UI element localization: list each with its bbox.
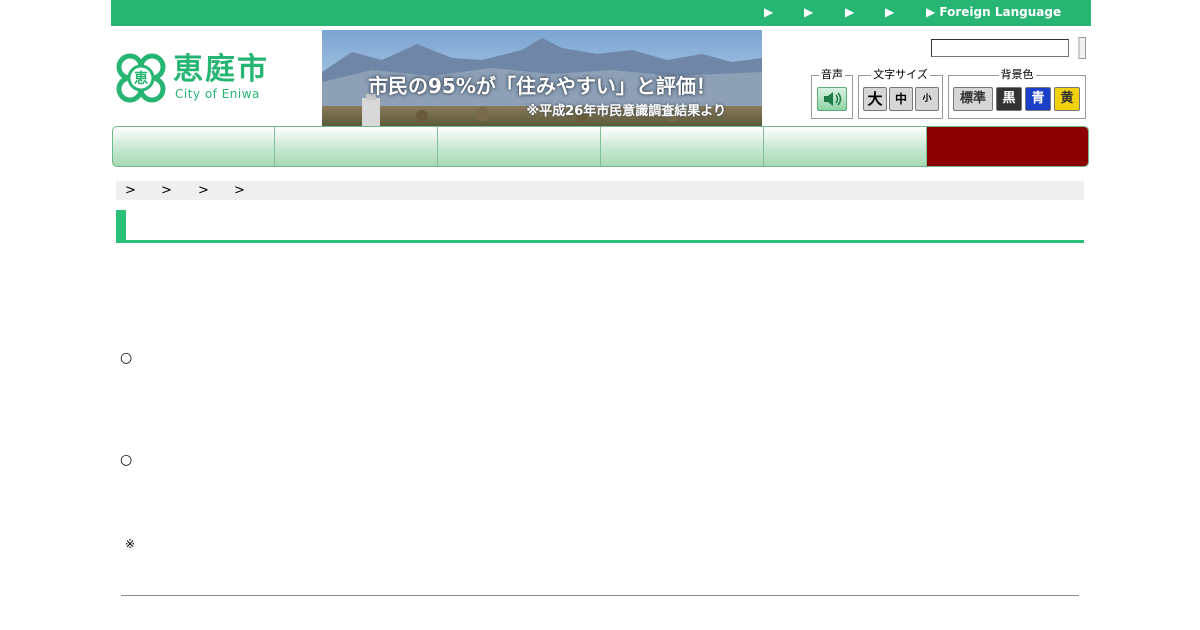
nav-item-2[interactable] [275, 127, 438, 166]
site-search-input[interactable] [931, 39, 1069, 57]
speaker-icon [824, 92, 842, 106]
nav-item-1[interactable] [113, 127, 275, 166]
content-divider [121, 595, 1079, 596]
bg-standard-button[interactable]: 標準 [953, 87, 993, 111]
logo-name-jp: 恵庭市 [173, 52, 269, 87]
breadcrumb-separator: > [198, 183, 209, 198]
nav-item-4[interactable] [601, 127, 764, 166]
voice-tool: 音声 [811, 68, 853, 119]
page-title-underline [116, 240, 1084, 243]
breadcrumb-separator: > [234, 183, 245, 198]
background-color-tool: 背景色 標準 黒 青 黄 [948, 68, 1086, 119]
bg-blue-button[interactable]: 青 [1025, 87, 1051, 111]
bg-yellow-button[interactable]: 黄 [1054, 87, 1080, 111]
voice-read-button[interactable] [817, 87, 847, 111]
top-bar: ▶ ▶ ▶ ▶ ▶ Foreign Language [111, 0, 1091, 26]
list-bullet: ○ [120, 350, 133, 366]
nav-item-3[interactable] [438, 127, 601, 166]
nav-item-5[interactable] [764, 127, 927, 166]
note-mark: ※ [125, 537, 136, 551]
top-link-3[interactable]: ▶ [845, 5, 854, 19]
font-size-large-button[interactable]: 大 [863, 87, 887, 111]
font-size-tool-label: 文字サイズ [871, 68, 930, 81]
search-button[interactable] [1078, 37, 1086, 59]
bg-black-button[interactable]: 黒 [996, 87, 1022, 111]
page-title-accent [116, 210, 126, 243]
city-logo[interactable]: 恵 恵庭市 City of Eniwa [115, 52, 280, 107]
list-bullet: ○ [120, 452, 133, 468]
top-link-1[interactable]: ▶ [764, 5, 773, 19]
voice-tool-label: 音声 [819, 68, 845, 81]
emblem-letter: 恵 [134, 70, 148, 87]
font-size-small-button[interactable]: 小 [915, 87, 939, 111]
banner-headline: 市民の95%が「住みやすい」と評価！ [368, 74, 716, 98]
foreign-language-link[interactable]: ▶ Foreign Language [926, 5, 1061, 19]
font-size-medium-button[interactable]: 中 [889, 87, 913, 111]
breadcrumb: > > > > [116, 181, 1084, 200]
global-nav [112, 126, 1089, 167]
font-size-tool: 文字サイズ 大 中 小 [858, 68, 943, 119]
hero-banner[interactable]: 市民の95%が「住みやすい」と評価！ ※平成26年市民意識調査結果より [322, 30, 762, 126]
logo-name-en: City of Eniwa [175, 87, 260, 101]
background-color-tool-label: 背景色 [998, 68, 1036, 81]
breadcrumb-separator: > [125, 183, 136, 198]
nav-item-emergency[interactable] [927, 127, 1088, 166]
breadcrumb-separator: > [161, 183, 172, 198]
banner-note: ※平成26年市民意識調査結果より [526, 104, 726, 119]
city-emblem-icon: 恵 [116, 53, 166, 103]
top-link-4[interactable]: ▶ [885, 5, 894, 19]
top-link-2[interactable]: ▶ [804, 5, 813, 19]
